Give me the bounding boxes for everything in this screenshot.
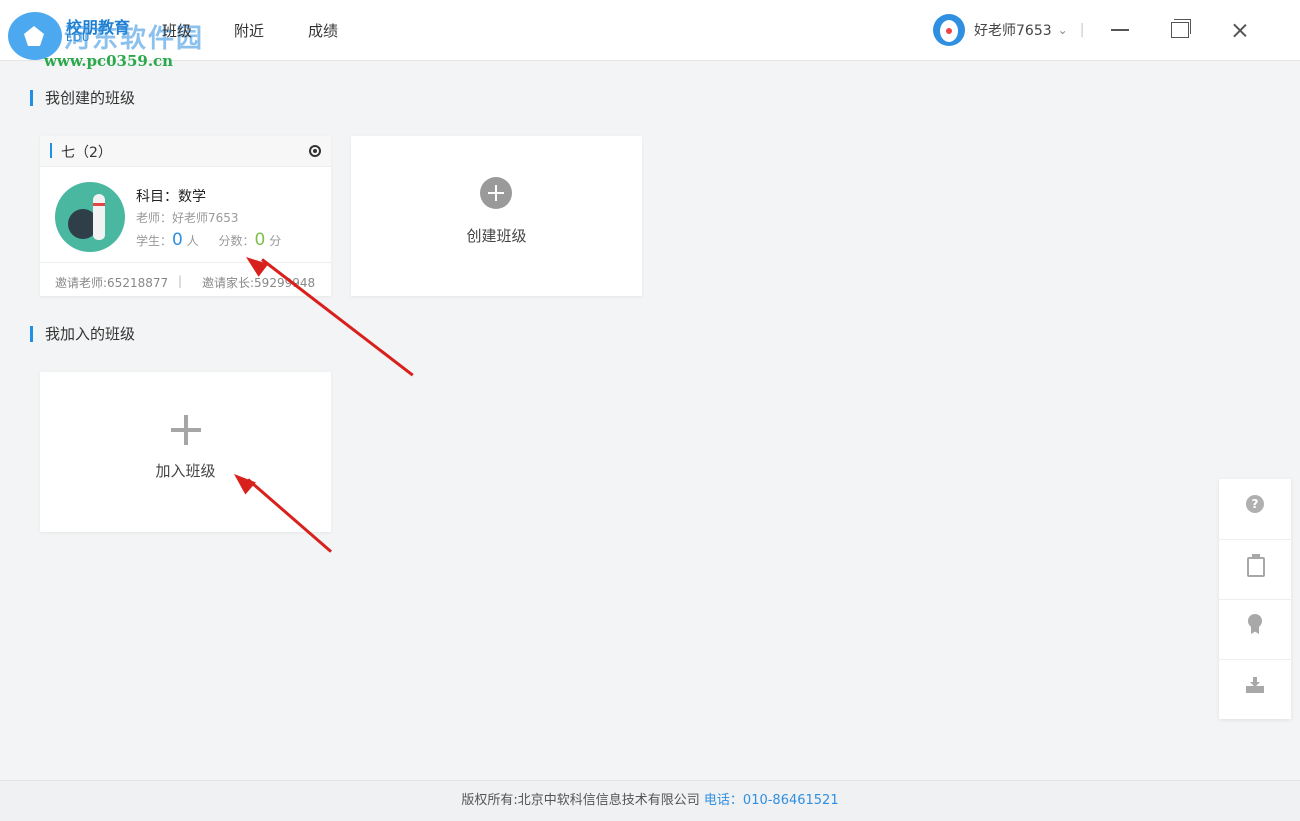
- gear-icon[interactable]: [308, 144, 322, 158]
- user-menu[interactable]: 好老师7653 ⌄ |: [933, 14, 1084, 46]
- plus-circle-icon[interactable]: [480, 177, 512, 209]
- nav-tab-nearby[interactable]: 附近: [234, 20, 264, 41]
- class-card[interactable]: 七（2） 科目：数学 老师：好老师7653 学生：0 人 分数：0 分 邀请老师…: [40, 136, 331, 296]
- students-count: 0: [172, 230, 183, 250]
- maximize-button[interactable]: [1165, 15, 1195, 45]
- side-toolbar: ?: [1219, 479, 1291, 719]
- plus-icon[interactable]: [171, 415, 201, 445]
- minimize-button[interactable]: [1105, 15, 1135, 45]
- class-name: 七（2）: [61, 145, 112, 161]
- score-label: 分数：: [218, 234, 255, 248]
- students-label: 学生：: [136, 234, 173, 248]
- side-award-button[interactable]: [1219, 599, 1291, 660]
- download-icon: [1246, 677, 1264, 693]
- award-icon: [1247, 614, 1263, 636]
- accent-bar: [50, 143, 52, 158]
- help-icon: ?: [1246, 495, 1264, 513]
- created-classes-title: 我创建的班级: [30, 90, 135, 106]
- phone-text: 电话：010-86461521: [703, 793, 839, 808]
- students-unit: 人: [186, 234, 199, 248]
- copyright-text: 版权所有:北京中软科信信息技术有限公司: [461, 793, 700, 808]
- class-stats: 学生：0 人 分数：0 分: [136, 230, 281, 250]
- score-unit: 分: [269, 234, 282, 248]
- bowling-pin: [93, 194, 105, 240]
- nav-tab-scores[interactable]: 成绩: [308, 20, 338, 41]
- maximize-icon: [1171, 22, 1189, 38]
- join-class-card[interactable]: 加入班级: [40, 372, 331, 532]
- top-header: 校朋教育 EDU 河东软件园 www.pc0359.cn 班级 附近 成绩 好老…: [0, 0, 1300, 70]
- side-help-button[interactable]: ?: [1219, 479, 1291, 539]
- side-clipboard-button[interactable]: [1219, 539, 1291, 600]
- footer-divider: |: [178, 274, 183, 288]
- create-class-label[interactable]: 创建班级: [351, 225, 642, 246]
- class-subject: 科目：数学: [136, 189, 206, 205]
- nav-tab-classes[interactable]: 班级: [162, 20, 192, 41]
- score-value: 0: [254, 230, 266, 250]
- invite-teacher-code: 邀请老师:65218877: [55, 276, 169, 290]
- side-download-button[interactable]: [1219, 659, 1291, 720]
- clipboard-icon: [1247, 554, 1265, 577]
- class-card-header: 七（2）: [40, 136, 331, 167]
- user-avatar: [933, 14, 965, 46]
- header-divider: |: [1079, 22, 1085, 38]
- close-icon: [1225, 15, 1255, 45]
- class-avatar-bowling-icon: [55, 182, 125, 252]
- chevron-down-icon[interactable]: ⌄: [1058, 23, 1068, 37]
- class-teacher: 老师：好老师7653: [136, 211, 239, 225]
- create-class-card[interactable]: 创建班级: [351, 136, 642, 296]
- page-footer: 版权所有:北京中软科信信息技术有限公司 电话：010-86461521: [0, 780, 1300, 821]
- close-button[interactable]: [1225, 15, 1255, 45]
- join-class-label[interactable]: 加入班级: [40, 460, 331, 481]
- joined-classes-title: 我加入的班级: [30, 326, 135, 342]
- watermark-url: www.pc0359.cn: [44, 52, 174, 70]
- user-name: 好老师7653: [974, 23, 1052, 39]
- minimize-icon: [1111, 29, 1129, 31]
